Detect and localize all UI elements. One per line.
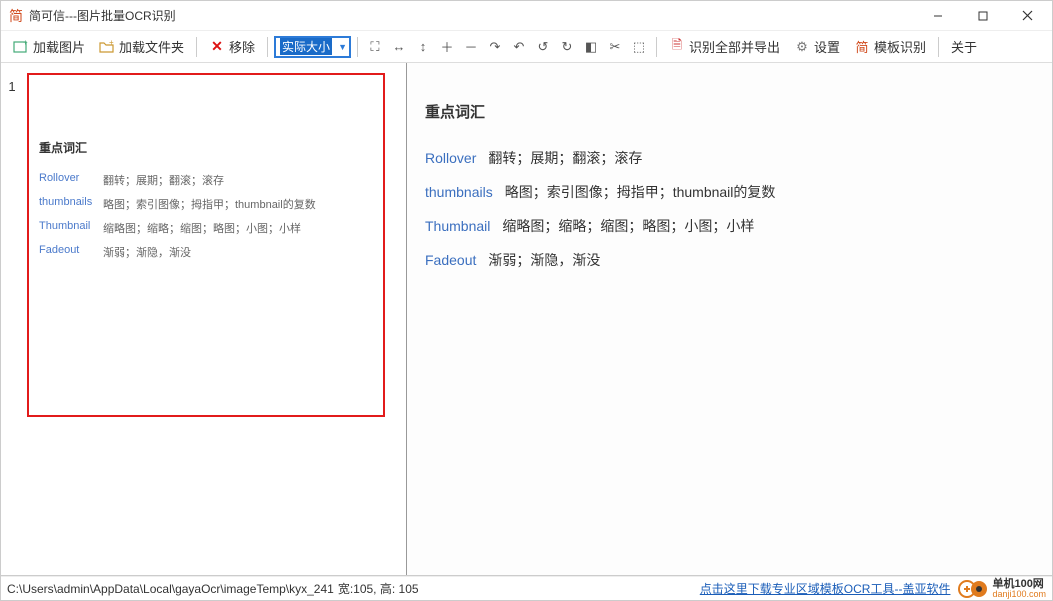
download-link[interactable]: 点击这里下载专业区域模板OCR工具--盖亚软件 xyxy=(700,580,951,597)
ocr-row: Fadeout 渐弱；渐隐，渐没 xyxy=(425,250,1034,270)
thumb-heading: 重点词汇 xyxy=(39,139,373,156)
redo-icon[interactable]: ↻ xyxy=(556,36,578,58)
about-button[interactable]: 关于 xyxy=(945,34,983,59)
image-plus-icon: + xyxy=(13,39,29,55)
ocr-def: 略图；索引图像；拇指甲；thumbnail的复数 xyxy=(505,182,776,202)
thumb-def: 渐弱；渐隐，渐没 xyxy=(103,244,191,260)
dropdown-arrow-icon: ▼ xyxy=(338,42,347,52)
rotate-left-icon[interactable]: ↶ xyxy=(508,36,530,58)
undo-icon[interactable]: ↺ xyxy=(532,36,554,58)
ocr-row: Rollover 翻转；展期；翻滚；滚存 xyxy=(425,148,1034,168)
thumbnail-content: 重点词汇 Rollover 翻转；展期；翻滚；滚存 thumbnails 略图；… xyxy=(39,139,373,260)
zoom-in-icon[interactable]: ＋ xyxy=(436,36,458,58)
export-doc-icon: 🗎 xyxy=(669,39,685,55)
thumb-term: Rollover xyxy=(39,172,95,188)
content-area: 1 重点词汇 Rollover 翻转；展期；翻滚；滚存 thumbnails 略… xyxy=(1,63,1052,576)
thumb-row: Rollover 翻转；展期；翻滚；滚存 xyxy=(39,172,373,188)
load-folder-label: 加载文件夹 xyxy=(119,37,184,56)
ocr-heading: 重点词汇 xyxy=(425,101,1034,122)
logo-text: 单机100网 danji100.com xyxy=(992,579,1046,599)
rotate-right-icon[interactable]: ↷ xyxy=(484,36,506,58)
ocr-def: 翻转；展期；翻滚；滚存 xyxy=(488,148,642,168)
ocr-def: 缩略图；缩略；缩图；略图；小图；小样 xyxy=(502,216,754,236)
toolbar-separator xyxy=(938,37,939,57)
statusbar: C:\Users\admin\AppData\Local\gayaOcr\ima… xyxy=(1,576,1052,600)
status-filepath: C:\Users\admin\AppData\Local\gayaOcr\ima… xyxy=(7,582,334,596)
toolbar-separator xyxy=(196,37,197,57)
remove-label: 移除 xyxy=(229,37,255,56)
maximize-button[interactable] xyxy=(960,2,1005,30)
window-title: 简可信---图片批量OCR识别 xyxy=(29,7,915,24)
settings-button[interactable]: ⚙ 设置 xyxy=(788,34,846,59)
toolbar-separator xyxy=(357,37,358,57)
thumb-def: 略图；索引图像；拇指甲；thumbnail的复数 xyxy=(103,196,316,212)
thumb-row: Thumbnail 缩略图；缩略；缩图；略图；小图；小样 xyxy=(39,220,373,236)
folder-plus-icon: + xyxy=(99,39,115,55)
fit-selection-icon[interactable]: ⛶ xyxy=(364,36,386,58)
thumbnail-area[interactable]: 重点词汇 Rollover 翻转；展期；翻滚；滚存 thumbnails 略图；… xyxy=(23,63,406,575)
thumb-def: 翻转；展期；翻滚；滚存 xyxy=(103,172,224,188)
ocr-export-label: 识别全部并导出 xyxy=(689,37,780,56)
ocr-row: thumbnails 略图；索引图像；拇指甲；thumbnail的复数 xyxy=(425,182,1034,202)
ocr-row: Thumbnail 缩略图；缩略；缩图；略图；小图；小样 xyxy=(425,216,1034,236)
zoom-select-value: 实际大小 xyxy=(280,38,332,55)
minimize-button[interactable] xyxy=(915,2,960,30)
zoom-out-icon[interactable]: － xyxy=(460,36,482,58)
thumb-term: thumbnails xyxy=(39,196,95,212)
thumb-term: Fadeout xyxy=(39,244,95,260)
logo-cn: 单机100网 xyxy=(992,579,1046,590)
row-index: 1 xyxy=(1,63,23,575)
svg-text:+: + xyxy=(109,39,114,47)
ocr-term: thumbnails xyxy=(425,184,493,200)
ocr-term: Fadeout xyxy=(425,252,476,268)
ocr-def: 渐弱；渐隐，渐没 xyxy=(488,250,600,270)
toolbar-separator xyxy=(656,37,657,57)
load-folder-button[interactable]: + 加载文件夹 xyxy=(93,34,190,59)
thumb-term: Thumbnail xyxy=(39,220,95,236)
ocr-result-pane[interactable]: 重点词汇 Rollover 翻转；展期；翻滚；滚存 thumbnails 略图；… xyxy=(407,63,1052,575)
logo-url: danji100.com xyxy=(992,590,1046,599)
status-dimensions: 宽:105, 高: 105 xyxy=(338,580,419,597)
remove-x-icon: ✕ xyxy=(209,39,225,55)
toolbar: + 加载图片 + 加载文件夹 ✕ 移除 实际大小 ▼ ⛶ ↔ ↕ ＋ － ↷ ↶… xyxy=(1,31,1052,63)
site-logo[interactable]: 单机100网 danji100.com xyxy=(958,579,1046,599)
zoom-select[interactable]: 实际大小 ▼ xyxy=(274,36,351,58)
gear-icon: ⚙ xyxy=(794,39,810,55)
region-icon[interactable]: ⬚ xyxy=(628,36,650,58)
ocr-term: Thumbnail xyxy=(425,218,490,234)
fit-width-icon[interactable]: ↔ xyxy=(388,36,410,58)
crop-icon[interactable]: ✂ xyxy=(604,36,626,58)
svg-text:+: + xyxy=(23,39,28,47)
thumb-def: 缩略图；缩略；缩图；略图；小图；小样 xyxy=(103,220,301,236)
selected-thumbnail[interactable]: 重点词汇 Rollover 翻转；展期；翻滚；滚存 thumbnails 略图；… xyxy=(27,73,385,417)
ocr-export-button[interactable]: 🗎 识别全部并导出 xyxy=(663,34,786,59)
remove-button[interactable]: ✕ 移除 xyxy=(203,34,261,59)
template-ocr-button[interactable]: 简 模板识别 xyxy=(848,34,932,59)
fit-height-icon[interactable]: ↕ xyxy=(412,36,434,58)
load-image-label: 加载图片 xyxy=(33,37,85,56)
about-label: 关于 xyxy=(951,37,977,56)
window-controls xyxy=(915,2,1050,30)
close-button[interactable] xyxy=(1005,2,1050,30)
settings-label: 设置 xyxy=(814,37,840,56)
toolbar-separator xyxy=(267,37,268,57)
app-window: 简 简可信---图片批量OCR识别 + 加载图片 + 加载文件夹 xyxy=(0,0,1053,601)
titlebar: 简 简可信---图片批量OCR识别 xyxy=(1,1,1052,31)
image-list-pane: 1 重点词汇 Rollover 翻转；展期；翻滚；滚存 thumbnails 略… xyxy=(1,63,407,575)
thumb-row: Fadeout 渐弱；渐隐，渐没 xyxy=(39,244,373,260)
invert-icon[interactable]: ◧ xyxy=(580,36,602,58)
template-ocr-label: 模板识别 xyxy=(874,37,926,56)
thumb-row: thumbnails 略图；索引图像；拇指甲；thumbnail的复数 xyxy=(39,196,373,212)
ocr-term: Rollover xyxy=(425,150,476,166)
app-icon: 简 xyxy=(9,6,23,26)
template-icon: 简 xyxy=(854,39,870,55)
load-image-button[interactable]: + 加载图片 xyxy=(7,34,91,59)
logo-icon xyxy=(958,579,988,599)
